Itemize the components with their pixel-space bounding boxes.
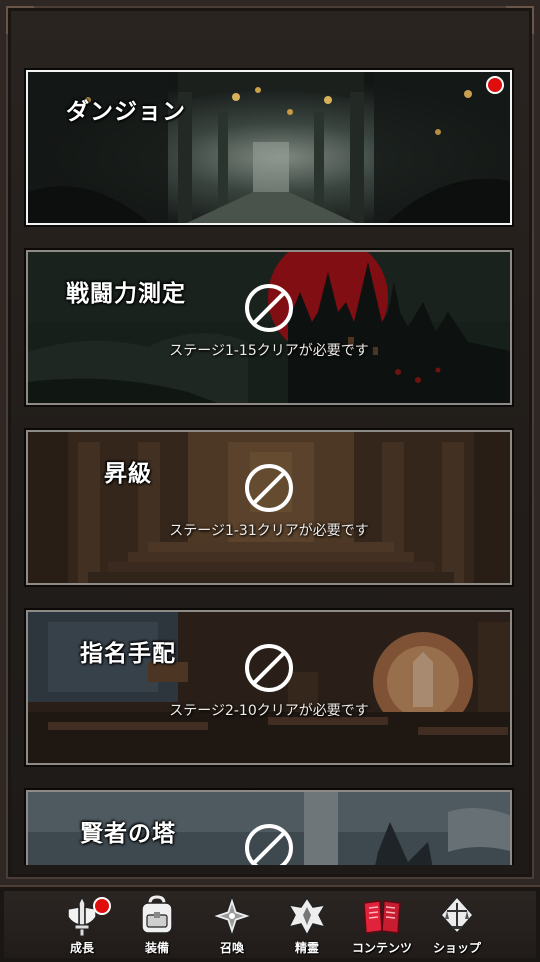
nav-growth[interactable]: 成長 [47, 893, 117, 957]
content-card-sage-tower[interactable]: 賢者の塔 [26, 790, 512, 865]
notification-badge-icon [93, 897, 111, 915]
unlock-requirement-text: ステージ1-31クリアが必要です [169, 523, 369, 539]
locked-prohibited-icon [245, 644, 293, 692]
nav-spirit[interactable]: 精霊 [272, 893, 342, 957]
locked-prohibited-icon [245, 464, 293, 512]
nav-label: 装備 [144, 941, 169, 955]
backpack-icon [141, 895, 173, 934]
nav-label: コンテンツ [351, 941, 412, 955]
nav-label: ショップ [432, 941, 481, 955]
card-title: 昇級 [104, 461, 152, 487]
content-list[interactable]: ダンジョン 戦闘力測定 ステージ1-15クリアが必要です 昇級 ステージ1-31… [12, 14, 528, 865]
locked-prohibited-icon [245, 824, 293, 865]
nav-label: 召喚 [219, 941, 244, 955]
card-title: ダンジョン [66, 99, 186, 125]
content-frame: ダンジョン 戦闘力測定 ステージ1-15クリアが必要です 昇級 ステージ1-31… [0, 0, 540, 885]
unlock-requirement-text: ステージ2-10クリアが必要です [169, 703, 369, 719]
nav-label: 精霊 [294, 941, 319, 955]
star-compass-icon [210, 895, 254, 937]
content-card-promotion[interactable]: 昇級 ステージ1-31クリアが必要です [26, 430, 512, 585]
bottom-nav: 成長 装備 召喚 精霊 コンテンツ ショップ [0, 885, 540, 962]
nav-label: 成長 [69, 941, 94, 955]
content-card-power-measure[interactable]: 戦闘力測定 ステージ1-15クリアが必要です [26, 250, 512, 405]
card-title: 指名手配 [80, 641, 176, 667]
scales-icon [439, 895, 475, 935]
nav-contents[interactable]: コンテンツ [347, 893, 417, 957]
nav-summon[interactable]: 召喚 [197, 893, 267, 957]
notification-badge-icon [486, 76, 504, 94]
content-card-dungeon[interactable]: ダンジョン [26, 70, 512, 225]
nav-equipment[interactable]: 装備 [122, 893, 192, 957]
locked-prohibited-icon [245, 284, 293, 332]
nav-shop[interactable]: ショップ [422, 893, 492, 957]
card-title: 戦闘力測定 [66, 281, 186, 307]
card-title: 賢者の塔 [80, 821, 176, 847]
book-icon [363, 900, 401, 934]
content-card-wanted[interactable]: 指名手配 ステージ2-10クリアが必要です [26, 610, 512, 765]
spirit-emblem-icon [287, 896, 327, 937]
unlock-requirement-text: ステージ1-15クリアが必要です [169, 343, 369, 359]
